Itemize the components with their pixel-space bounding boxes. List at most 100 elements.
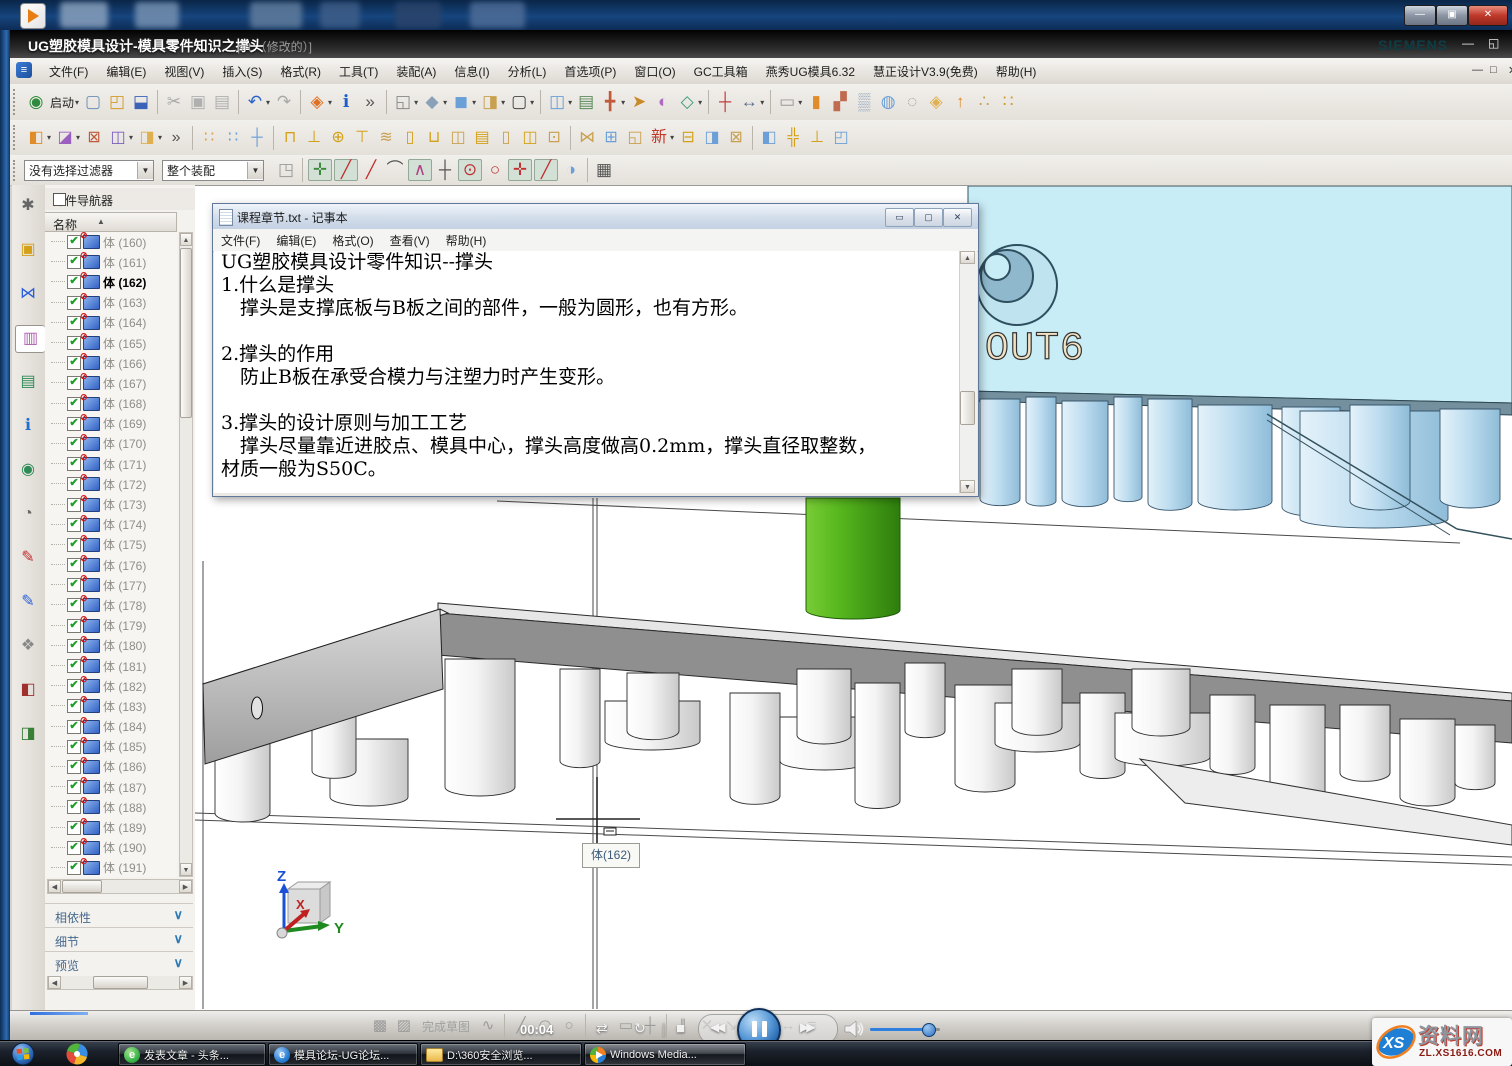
snap-angle-icon[interactable]: ╱ [534, 159, 558, 181]
volume-slider-knob[interactable] [922, 1023, 936, 1037]
scroll-left-icon[interactable]: ◀ [48, 976, 61, 989]
toolbar-grip[interactable] [13, 125, 19, 150]
menu-item[interactable]: 插入(S) [213, 59, 271, 84]
assembly-cube-icon[interactable]: ◳ [275, 158, 297, 182]
snap-center-icon[interactable]: ⊙ [458, 159, 482, 181]
tree-row[interactable]: ✔ 体 (169) [45, 414, 177, 434]
tree-row[interactable]: ✔ 体 (191) [45, 858, 177, 877]
scene-door-icon[interactable]: ◧ [15, 677, 41, 703]
tree-row[interactable]: ✔ 体 (174) [45, 515, 177, 535]
snap-pole-icon[interactable]: ∧ [408, 159, 432, 181]
snap-face-icon[interactable]: ◑ [560, 158, 582, 182]
tree-row[interactable]: ✔ 体 (162) [45, 272, 177, 292]
tree-row[interactable]: ✔ 体 (188) [45, 797, 177, 817]
selection-scope-combo[interactable]: 整个装配▼ [162, 160, 264, 181]
bolt-icon[interactable]: ⊡ [543, 126, 565, 150]
menu-item[interactable]: 格式(R) [271, 59, 330, 84]
checkbox-checked-icon[interactable]: ✔ [67, 800, 81, 814]
sort-ascending-icon[interactable]: ▲ [97, 217, 105, 226]
notepad-menu-item[interactable]: 查看(V) [382, 229, 438, 252]
tree-row[interactable]: ✔ 体 (177) [45, 575, 177, 595]
ug-layout-icon[interactable]: ◱ [1488, 36, 1499, 50]
scroll-thumb[interactable] [62, 880, 102, 893]
gate-icon[interactable]: ⊞ [600, 126, 622, 150]
assembly-navigator-icon[interactable]: ▣ [15, 237, 41, 263]
white-mold-plate[interactable] [203, 603, 1512, 845]
paste-icon[interactable]: ▤ [211, 90, 233, 114]
mold-trim-icon[interactable]: ⊠ [83, 126, 105, 150]
open-icon[interactable]: ◰ [106, 90, 128, 114]
chevron-down-icon[interactable]: ∨ [173, 931, 183, 947]
tree-row[interactable]: ✔ 体 (172) [45, 474, 177, 494]
wave-icon[interactable]: ◈ [306, 90, 328, 114]
info-window-icon[interactable]: ℹ [335, 90, 357, 114]
doc-minimize-icon[interactable]: — [1472, 64, 1483, 76]
scroll-thumb[interactable] [960, 391, 975, 425]
mold-copy-icon[interactable]: ◫ [107, 126, 129, 150]
chevron-down-icon[interactable]: ▾ [798, 98, 802, 107]
menu-item[interactable]: 文件(F) [40, 59, 97, 84]
checkbox-checked-icon[interactable]: ✔ [67, 740, 81, 754]
pad-icon[interactable]: ▯ [495, 126, 517, 150]
previous-icon[interactable]: ◀◀ [710, 1020, 722, 1034]
tree-row[interactable]: ✔ 体 (168) [45, 394, 177, 414]
process-studio-icon[interactable]: ✎ [15, 545, 41, 571]
tree-row[interactable]: ✔ 体 (184) [45, 717, 177, 737]
checkbox-checked-icon[interactable]: ✔ [67, 760, 81, 774]
plate-pair-icon[interactable]: ◫ [546, 90, 568, 114]
palette-icon[interactable]: ◐ [652, 90, 674, 114]
spline-icon[interactable]: ∿ [477, 1014, 499, 1038]
slot-icon[interactable]: ⊔ [423, 126, 445, 150]
checkbox-checked-icon[interactable]: ✔ [67, 639, 81, 653]
chevron-down-icon[interactable]: ▼ [137, 162, 153, 179]
nx-start-icon[interactable]: ≡ [16, 62, 32, 78]
menu-item[interactable]: 燕秀UG模具6.32 [757, 59, 864, 84]
chevron-down-icon[interactable]: ∨ [173, 955, 183, 971]
chevron-down-icon[interactable]: ▾ [414, 98, 418, 107]
pin-icon[interactable]: ▯ [399, 126, 421, 150]
notepad-restore-button[interactable]: ▢ [914, 208, 943, 227]
checkbox-checked-icon[interactable]: ✔ [67, 417, 81, 431]
notepad-close-button[interactable]: ✕ [943, 208, 972, 227]
checkbox-checked-icon[interactable]: ✔ [67, 578, 81, 592]
sphere-icon[interactable]: ◍ [877, 90, 899, 114]
cluster-icon[interactable]: ∷ [997, 90, 1019, 114]
tree-row[interactable]: ✔ 体 (165) [45, 333, 177, 353]
chevron-down-icon[interactable]: ▾ [75, 98, 79, 107]
start-button[interactable] [10, 1042, 36, 1066]
tree-vertical-scrollbar[interactable]: ▲ ▼ [179, 232, 193, 877]
cyan-plate[interactable]: OUT6 [968, 186, 1512, 415]
scroll-right-icon[interactable]: ▶ [179, 880, 192, 893]
menu-item[interactable]: 窗口(O) [625, 59, 684, 84]
shaded-edges-icon[interactable]: ◆ [421, 90, 443, 114]
redo-icon[interactable]: ↷ [273, 90, 295, 114]
panel-pin-button[interactable] [53, 193, 66, 206]
shaded-icon[interactable]: ◼ [450, 90, 472, 114]
menu-item[interactable]: 信息(I) [445, 59, 498, 84]
checkbox-checked-icon[interactable]: ✔ [67, 861, 81, 875]
chevron-down-icon[interactable]: ▾ [530, 98, 534, 107]
launch-icon[interactable]: ◉ [25, 90, 47, 114]
checkbox-checked-icon[interactable]: ✔ [67, 457, 81, 471]
mold-cavity-icon[interactable]: ◪ [54, 126, 76, 150]
dot-grid-icon[interactable]: ∷ [198, 126, 220, 150]
shrink-icon[interactable]: ⊟ [677, 126, 699, 150]
corner-icon[interactable]: ◧ [758, 126, 780, 150]
snap-curve-icon[interactable]: ⌒ [384, 158, 406, 182]
menu-item[interactable]: 慧正设计V3.9(免费) [864, 59, 987, 84]
new-icon[interactable]: ▢ [82, 90, 104, 114]
scroll-up-icon[interactable]: ▲ [180, 233, 192, 246]
screw-icon[interactable]: ⊥ [303, 126, 325, 150]
notepad-minimize-button[interactable]: ▭ [885, 208, 914, 227]
structure-tree-icon[interactable]: ▤ [575, 90, 597, 114]
chevron-down-icon[interactable]: ▾ [568, 98, 572, 107]
checkbox-checked-icon[interactable]: ✔ [67, 598, 81, 612]
checkbox-checked-icon[interactable]: ✔ [67, 296, 81, 310]
menu-item[interactable]: 视图(V) [155, 59, 213, 84]
chevron-down-icon[interactable]: ▾ [76, 133, 80, 142]
checkbox-checked-icon[interactable]: ✔ [67, 316, 81, 330]
checkbox-checked-icon[interactable]: ✔ [67, 477, 81, 491]
checkbox-checked-icon[interactable]: ✔ [67, 841, 81, 855]
tree-row[interactable]: ✔ 体 (185) [45, 737, 177, 757]
new-tool-icon[interactable]: 新 [648, 126, 670, 150]
